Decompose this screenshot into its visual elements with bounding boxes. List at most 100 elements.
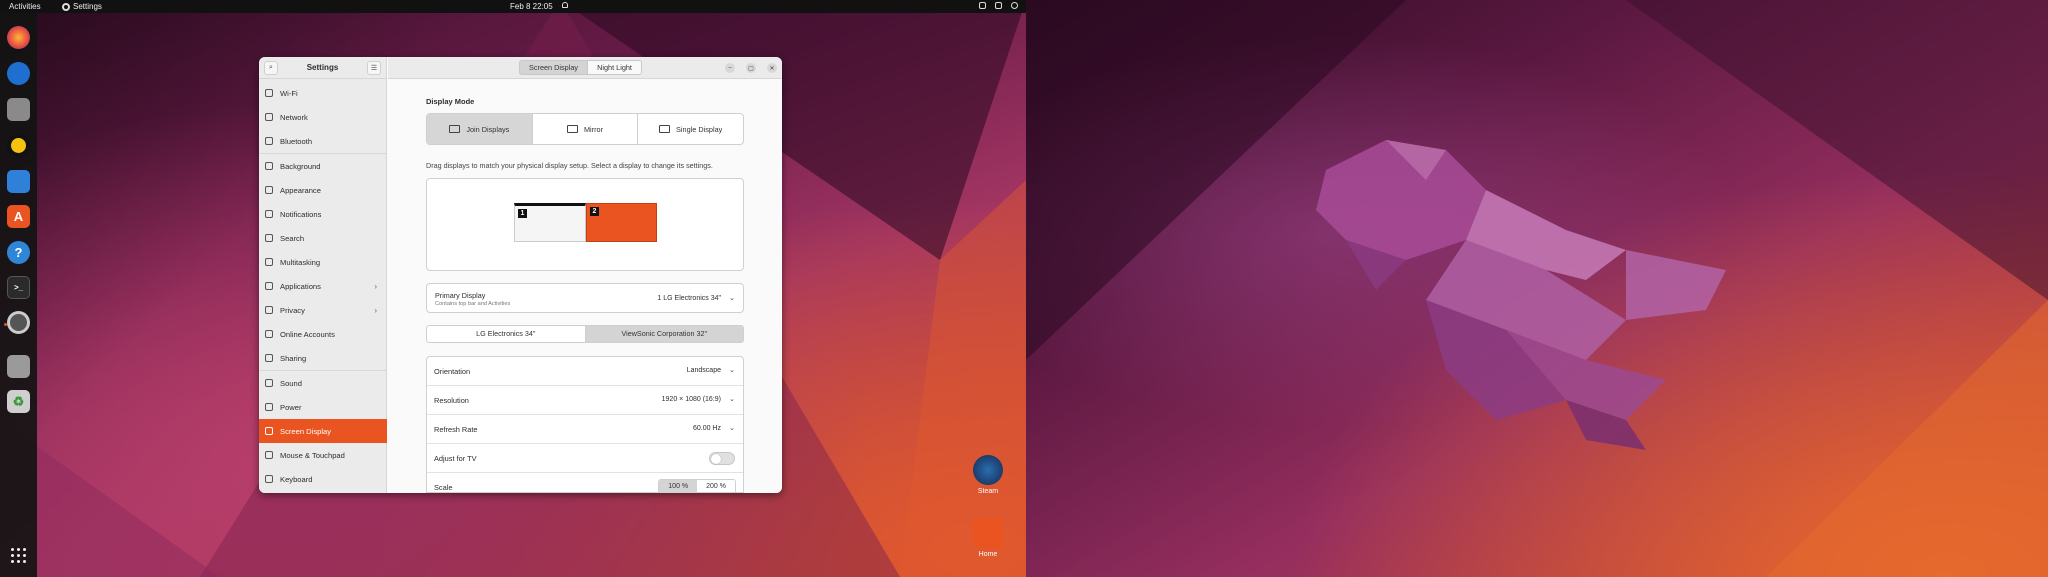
sidebar-item-network[interactable]: Network (259, 105, 387, 129)
sidebar-item-screen-display[interactable]: Screen Display (259, 419, 387, 443)
mirror-button[interactable]: Mirror (533, 114, 639, 144)
sidebar-header: ⌕ Settings ☰ (259, 57, 386, 79)
notification-bell-icon[interactable] (562, 2, 568, 8)
display-2-tile[interactable]: 2 (586, 203, 657, 242)
sidebar: ⌕ Settings ☰ Wi-Fi Network Bluetooth Bac… (259, 57, 387, 493)
sidebar-item-privacy[interactable]: Privacy › (259, 298, 387, 322)
primary-display-row[interactable]: Primary Display Contains top bar and Act… (426, 283, 744, 313)
drive-icon[interactable] (7, 355, 30, 378)
display-arrangement: 1 2 (426, 178, 744, 271)
sidebar-item-mouse-touchpad[interactable]: Mouse & Touchpad (259, 443, 387, 467)
software-icon[interactable]: A (7, 205, 30, 228)
sidebar-item-label: Appearance (280, 185, 321, 195)
adjust-for-tv-toggle[interactable] (709, 452, 735, 465)
sidebar-item-label: Keyboard (280, 474, 313, 484)
monitor-settings-list: Orientation Landscape ⌄ Resolution 1920 … (426, 356, 744, 493)
sidebar-item-label: Power (280, 402, 302, 412)
single-display-button[interactable]: Single Display (638, 114, 743, 144)
sidebar-item-search[interactable]: Search (259, 226, 387, 250)
app-menu-label: Settings (73, 2, 102, 11)
sidebar-item-background[interactable]: Background (259, 154, 387, 178)
mirror-icon (566, 125, 578, 133)
bell-icon (265, 210, 273, 218)
app-menu[interactable]: Settings (62, 2, 102, 11)
system-tray[interactable] (979, 2, 1018, 9)
tab-screen-display[interactable]: Screen Display (519, 60, 589, 75)
scale-row: Scale 100 % 200 % (427, 473, 743, 492)
home-desktop-icon[interactable]: Home (966, 518, 1010, 558)
header-bar: Screen Display Night Light – ▢ ✕ (388, 57, 782, 79)
steam-desktop-icon[interactable]: Steam (966, 455, 1010, 495)
sidebar-item-bluetooth[interactable]: Bluetooth (259, 129, 387, 153)
sidebar-item-label: Applications (280, 281, 321, 291)
sidebar-title: Settings (306, 63, 339, 72)
rhythmbox-icon[interactable] (7, 134, 30, 157)
maximize-icon[interactable]: ▢ (746, 63, 756, 73)
sidebar-item-sound[interactable]: Sound (259, 371, 387, 395)
privacy-icon (265, 306, 273, 314)
clock[interactable]: Feb 8 22:05 (510, 2, 553, 11)
sidebar-item-appearance[interactable]: Appearance (259, 178, 387, 202)
sidebar-item-notifications[interactable]: Notifications (259, 202, 387, 226)
scale-200-button[interactable]: 200 % (697, 480, 735, 492)
mode-label: Single Display (676, 124, 723, 134)
sidebar-item-keyboard[interactable]: Keyboard (259, 467, 387, 491)
sidebar-item-applications[interactable]: Applications › (259, 274, 387, 298)
help-icon[interactable]: ? (7, 241, 30, 264)
tab-night-light[interactable]: Night Light (588, 60, 642, 75)
steam-label: Steam (977, 488, 999, 495)
minimize-icon[interactable]: – (725, 63, 735, 73)
tab-viewsonic[interactable]: ViewSonic Corporation 32" (584, 326, 743, 342)
scale-100-button[interactable]: 100 % (659, 480, 698, 492)
refresh-rate-row[interactable]: Refresh Rate 60.00 Hz ⌄ (427, 415, 743, 444)
sidebar-item-online-accounts[interactable]: Online Accounts (259, 322, 387, 346)
sidebar-item-label: Bluetooth (280, 136, 313, 146)
sidebar-item-multitasking[interactable]: Multitasking (259, 250, 387, 274)
primary-display-value: 1 LG Electronics 34" (657, 295, 721, 302)
sidebar-item-label: Sharing (280, 353, 307, 363)
multitasking-icon (265, 258, 273, 266)
tab-lg-electronics[interactable]: LG Electronics 34" (427, 326, 585, 342)
menu-icon[interactable]: ☰ (367, 60, 381, 75)
firefox-icon[interactable] (7, 26, 30, 49)
sidebar-item-label: Privacy (280, 305, 305, 315)
sidebar-item-power[interactable]: Power (259, 395, 387, 419)
sidebar-item-label: Multitasking (280, 257, 321, 267)
orientation-row[interactable]: Orientation Landscape ⌄ (427, 357, 743, 386)
files-icon[interactable] (7, 98, 30, 121)
applications-icon (265, 282, 273, 290)
join-displays-button[interactable]: Join Displays (427, 114, 533, 144)
cloud-icon (265, 330, 273, 338)
primary-display-subtitle: Contains top bar and Activities (435, 301, 511, 307)
resolution-label: Resolution (434, 396, 469, 405)
mouse-icon (265, 451, 273, 459)
sidebar-item-wifi[interactable]: Wi-Fi (259, 81, 387, 105)
close-icon[interactable]: ✕ (767, 63, 777, 73)
trash-icon[interactable]: ♻ (7, 390, 30, 413)
music-note-icon (265, 379, 273, 387)
thunderbird-icon[interactable] (7, 62, 30, 85)
resolution-row[interactable]: Resolution 1920 × 1080 (16:9) ⌄ (427, 386, 743, 415)
activities-button[interactable]: Activities (9, 2, 41, 11)
display-number: 1 (518, 209, 527, 218)
sidebar-item-label: Mouse & Touchpad (280, 450, 345, 460)
dock: A ? >_ ♻ (0, 13, 37, 577)
writer-icon[interactable] (7, 170, 30, 193)
display-1-tile[interactable]: 1 (514, 203, 586, 242)
search-icon[interactable]: ⌕ (264, 60, 278, 75)
top-bar: Activities Settings Feb 8 22:05 (0, 0, 1026, 13)
share-icon (265, 354, 273, 362)
steam-icon (973, 455, 1003, 485)
orientation-value: Landscape (686, 367, 721, 374)
show-apps-icon[interactable] (11, 548, 26, 563)
chevron-down-icon: ⌄ (729, 396, 735, 403)
sidebar-item-sharing[interactable]: Sharing (259, 346, 387, 370)
home-folder-icon (973, 518, 1003, 548)
keyboard-icon (265, 475, 273, 483)
power-icon (1011, 2, 1018, 9)
settings-icon[interactable] (4, 311, 30, 334)
terminal-icon[interactable]: >_ (7, 276, 30, 299)
jellyfish-wallpaper (1026, 0, 2048, 577)
appearance-icon (265, 186, 273, 194)
display-settings-panel: Display Mode Join Displays Mirror Single… (388, 79, 782, 493)
